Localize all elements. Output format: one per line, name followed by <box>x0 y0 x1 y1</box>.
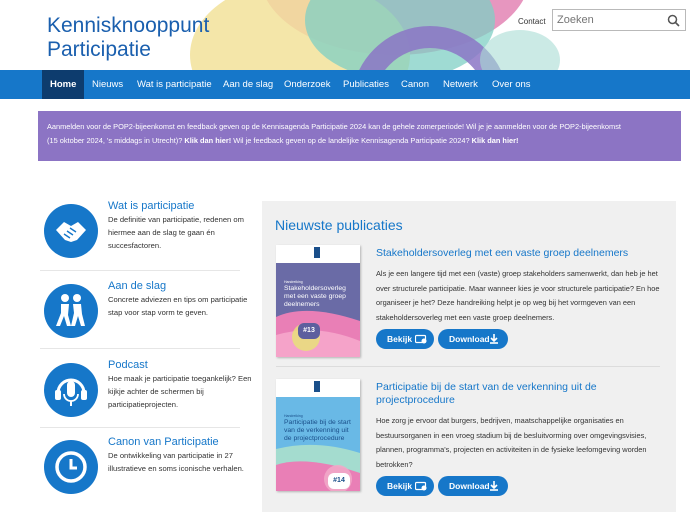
sidebar-divider <box>40 270 240 271</box>
sidebar-item-title[interactable]: Podcast <box>108 359 148 371</box>
announcement-line-1: Aanmelden voor de POP2-bijeenkomst en fe… <box>47 122 621 131</box>
sidebar-item-desc: Concrete adviezen en tips om participati… <box>108 295 248 317</box>
download-button[interactable]: Download <box>438 476 508 496</box>
publication-description: Als je een langere tijd met een (vaste) … <box>376 269 660 322</box>
brand-line-1: Kennisknooppunt <box>47 14 210 37</box>
signup-link[interactable]: Klik dan hier! <box>184 136 231 145</box>
sidebar-item-canon[interactable]: Canon van Participatie De ontwikkeling v… <box>40 436 262 510</box>
nav-aan-de-slag[interactable]: Aan de slag <box>223 70 273 99</box>
cover-number-badge: #14 <box>328 473 350 489</box>
contact-link[interactable]: Contact <box>518 17 546 26</box>
main-navigation: Home Nieuws Wat is participatie Aan de s… <box>0 70 690 99</box>
download-icon <box>490 481 498 491</box>
announcement-text-a: (15 oktober 2024, 's middags in Utrecht)… <box>47 136 183 145</box>
sidebar-divider <box>40 348 240 349</box>
cover-label: Handreiking <box>284 414 303 418</box>
nav-onderzoek[interactable]: Onderzoek <box>284 70 330 99</box>
view-button-label: Bekijk <box>387 334 413 344</box>
sidebar-item-desc: Hoe maak je participatie toegankelijk? E… <box>108 374 252 409</box>
publication-cover[interactable]: Handreiking Participatie bij de start va… <box>276 379 360 491</box>
publication-title[interactable]: Stakeholdersoverleg met een vaste groep … <box>376 247 666 260</box>
view-icon <box>415 334 427 344</box>
view-button-label: Bekijk <box>387 481 413 491</box>
download-button-label: Download <box>449 481 490 491</box>
search-icon[interactable] <box>667 14 680 27</box>
sidebar-item-wat-is-participatie[interactable]: Wat is participatie De definitie van par… <box>40 200 262 274</box>
nav-canon[interactable]: Canon <box>401 70 429 99</box>
sidebar-item-title[interactable]: Wat is participatie <box>108 200 194 212</box>
walking-people-icon <box>44 284 98 338</box>
download-button[interactable]: Download <box>438 329 508 349</box>
nav-publicaties[interactable]: Publicaties <box>343 70 389 99</box>
nav-nieuws[interactable]: Nieuws <box>92 70 123 99</box>
cover-number-badge: #13 <box>298 323 320 339</box>
clock-icon <box>44 440 98 494</box>
headset-microphone-icon <box>44 363 98 417</box>
site-logo-text[interactable]: Kennisknooppunt Participatie <box>47 14 209 62</box>
publication-item: Handreiking Stakeholdersoverleg met een … <box>276 245 666 357</box>
brand-line-2: Participatie <box>47 38 151 61</box>
download-button-label: Download <box>449 334 490 344</box>
announcement-line-2: (15 oktober 2024, 's middags in Utrecht)… <box>47 134 673 148</box>
publications-heading: Nieuwste publicaties <box>275 217 403 233</box>
view-icon <box>415 481 427 491</box>
nav-home[interactable]: Home <box>42 70 85 99</box>
publication-cover[interactable]: Handreiking Stakeholdersoverleg met een … <box>276 245 360 357</box>
feedback-link[interactable]: Klik dan hier! <box>472 136 519 145</box>
site-header: Kennisknooppunt Participatie Contact <box>0 0 690 70</box>
search-input[interactable] <box>557 12 667 28</box>
nav-wat-is-participatie[interactable]: Wat is participatie <box>137 70 212 99</box>
sidebar-item-aan-de-slag[interactable]: Aan de slag Concrete adviezen en tips om… <box>40 280 262 354</box>
sidebar-item-podcast[interactable]: Podcast Hoe maak je participatie toegank… <box>40 359 262 433</box>
download-icon <box>490 334 498 344</box>
cover-label: Handreiking <box>284 280 303 284</box>
cover-title: Stakeholdersoverleg met een vaste groep … <box>284 285 346 308</box>
handshake-icon <box>44 204 98 258</box>
publication-title[interactable]: Participatie bij de start van de verkenn… <box>376 381 666 407</box>
publication-divider <box>276 366 660 367</box>
publication-item: Handreiking Participatie bij de start va… <box>276 379 666 499</box>
nav-netwerk[interactable]: Netwerk <box>443 70 478 99</box>
view-button[interactable]: Bekijk <box>376 476 434 496</box>
sidebar-divider <box>40 427 240 428</box>
publications-panel: Nieuwste publicaties Handreiking Stakeho… <box>262 201 676 512</box>
sidebar-item-desc: De ontwikkeling van participatie in 27 i… <box>108 451 244 473</box>
view-button[interactable]: Bekijk <box>376 329 434 349</box>
nav-over-ons[interactable]: Over ons <box>492 70 531 99</box>
sidebar-item-title[interactable]: Aan de slag <box>108 280 166 292</box>
publication-description: Hoe zorg je ervoor dat burgers, bedrijve… <box>376 416 647 469</box>
announcement-text-b: Wil je feedback geven op de landelijke K… <box>233 136 470 145</box>
sidebar-item-title[interactable]: Canon van Participatie <box>108 436 219 448</box>
cover-title: Participatie bij de start van de verkenn… <box>284 419 351 442</box>
search-box <box>552 9 686 31</box>
sidebar-item-desc: De definitie van participatie, redenen o… <box>108 215 244 250</box>
announcement-banner: Aanmelden voor de POP2-bijeenkomst en fe… <box>38 111 681 161</box>
